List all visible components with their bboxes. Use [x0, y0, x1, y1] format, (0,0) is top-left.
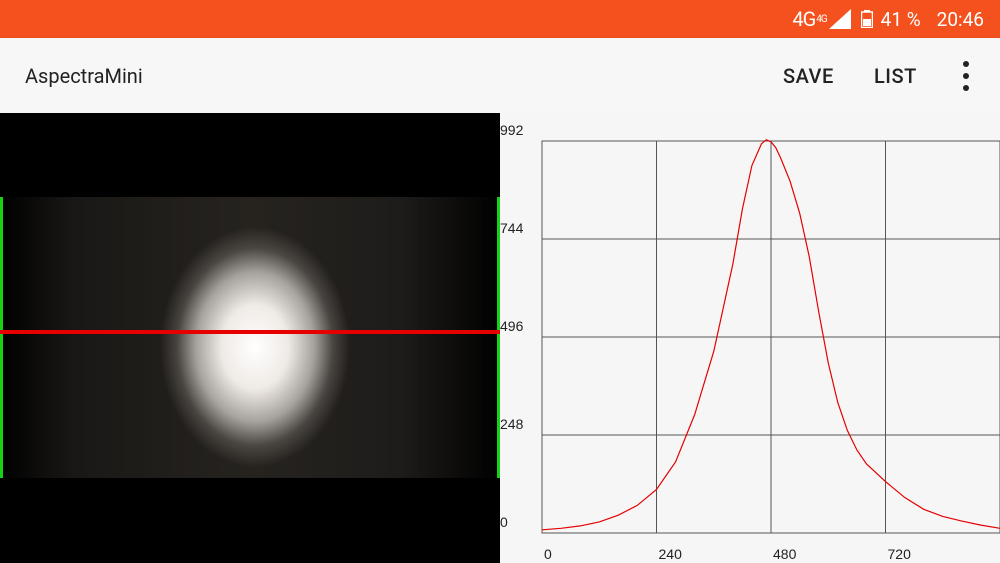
x-tick-label: 0	[544, 546, 552, 562]
app-title: AspectraMini	[25, 63, 143, 88]
spectrum-chart: 02404807209600248496744992	[500, 113, 1000, 563]
selection-line[interactable]	[0, 330, 500, 334]
y-tick-label: 992	[500, 122, 524, 138]
signal-icon	[828, 9, 851, 29]
app-bar: AspectraMini SAVE LIST	[0, 38, 1000, 113]
battery-indicator: 41 %	[860, 7, 921, 31]
left-boundary-line[interactable]	[0, 197, 3, 478]
status-bar: 4G 4G 41 % 20:46	[0, 0, 1000, 38]
network-sub-label: 4G	[816, 13, 827, 25]
list-button[interactable]: LIST	[874, 64, 917, 88]
light-source-image	[0, 197, 500, 478]
y-tick-label: 0	[500, 514, 508, 530]
network-label: 4G	[792, 7, 816, 31]
clock: 20:46	[936, 7, 984, 31]
y-tick-label: 248	[500, 416, 524, 432]
x-tick-label: 480	[773, 546, 797, 562]
battery-percent: 41 %	[880, 7, 921, 31]
camera-preview[interactable]	[0, 113, 500, 563]
network-indicator: 4G 4G	[792, 7, 827, 31]
x-tick-label: 720	[888, 546, 912, 562]
battery-icon	[860, 10, 873, 28]
y-tick-label: 496	[500, 318, 524, 334]
y-tick-label: 744	[500, 220, 524, 236]
spectrum-chart-svg: 02404807209600248496744992	[500, 122, 1000, 562]
x-tick-label: 240	[659, 546, 683, 562]
save-button[interactable]: SAVE	[783, 64, 834, 88]
more-vert-icon[interactable]	[956, 60, 976, 91]
